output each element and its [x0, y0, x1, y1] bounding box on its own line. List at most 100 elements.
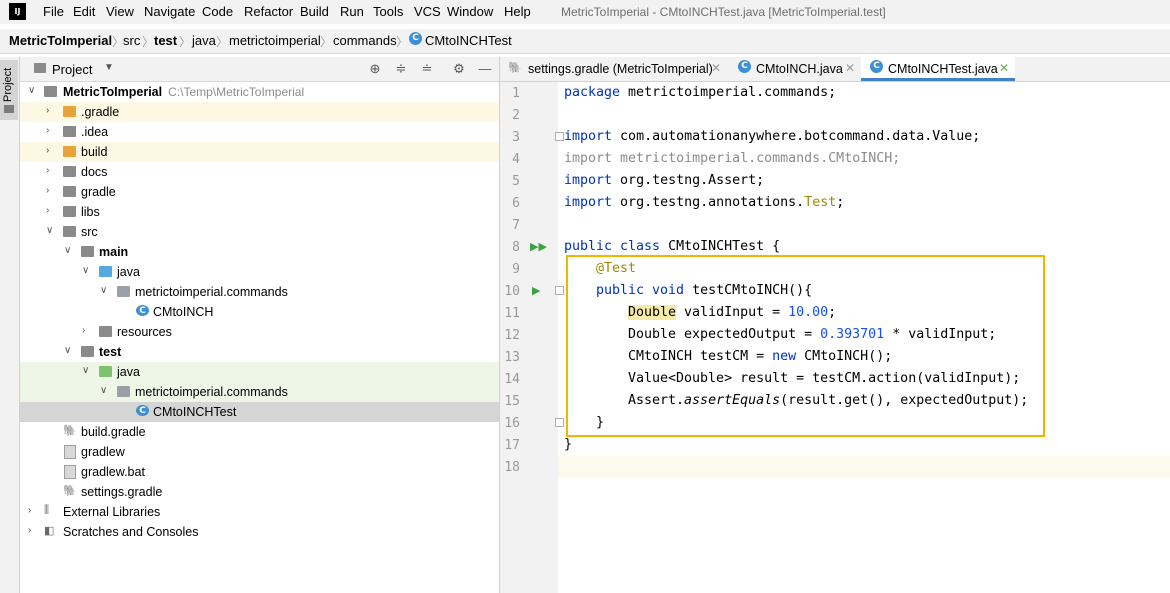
- test-class-icon: C: [136, 405, 149, 416]
- close-icon[interactable]: ✕: [845, 61, 855, 75]
- chevron-right-icon[interactable]: ›: [46, 165, 56, 176]
- tree-row-gradlew[interactable]: gradlew: [20, 442, 499, 462]
- tree-label: gradlew.bat: [81, 465, 145, 479]
- chevron-down-icon[interactable]: ∨: [46, 225, 56, 236]
- breadcrumb-src[interactable]: src: [123, 33, 140, 48]
- tree-row-project-root[interactable]: ∨ MetricToImperial C:\Temp\MetricToImperi…: [20, 82, 499, 102]
- chevron-down-icon[interactable]: ▼: [104, 62, 114, 73]
- tree-row-src[interactable]: ∨ src: [20, 222, 499, 242]
- chevron-right-icon[interactable]: ›: [28, 505, 38, 516]
- chevron-right-icon[interactable]: ›: [46, 205, 56, 216]
- tree-row-test-package[interactable]: ∨ metrictoimperial.commands: [20, 382, 499, 402]
- chevron-right-icon[interactable]: ›: [46, 145, 56, 156]
- expand-all-icon[interactable]: ≑: [394, 62, 408, 76]
- tree-row-build-gradle[interactable]: 🐘 build.gradle: [20, 422, 499, 442]
- tree-row-cmtoinch[interactable]: C CMtoINCH: [20, 302, 499, 322]
- tree-row-test-java[interactable]: ∨ java: [20, 362, 499, 382]
- menu-navigate[interactable]: Navigate: [144, 4, 195, 19]
- breadcrumb-project[interactable]: MetricToImperial: [9, 33, 112, 48]
- chevron-down-icon[interactable]: ∨: [82, 365, 92, 376]
- chevron-down-icon[interactable]: ∨: [64, 245, 74, 256]
- folder-icon: [81, 346, 94, 357]
- tree-label: java: [117, 365, 140, 379]
- tree-row-gradle-folder[interactable]: › .gradle: [20, 102, 499, 122]
- menu-run[interactable]: Run: [340, 4, 364, 19]
- chevron-right-icon[interactable]: ›: [46, 105, 56, 116]
- gear-icon[interactable]: ⚙: [452, 62, 466, 76]
- tree-row-settings-gradle[interactable]: 🐘 settings.gradle: [20, 482, 499, 502]
- breadcrumb-test[interactable]: test: [154, 33, 177, 48]
- breadcrumb-class[interactable]: CMtoINCHTest: [425, 33, 512, 48]
- menu-view[interactable]: View: [106, 4, 134, 19]
- breadcrumb-package[interactable]: metrictoimperial: [229, 33, 321, 48]
- breadcrumb-commands[interactable]: commands: [333, 33, 397, 48]
- breadcrumb-java[interactable]: java: [192, 33, 216, 48]
- tree-label: gradlew: [81, 445, 125, 459]
- tree-row-main[interactable]: ∨ main: [20, 242, 499, 262]
- gradle-icon: 🐘: [63, 425, 77, 437]
- menu-refactor[interactable]: Refactor: [244, 4, 293, 19]
- code-line-17: }: [564, 437, 573, 452]
- chevron-down-icon[interactable]: ∨: [28, 85, 38, 96]
- tree-row-resources[interactable]: › resources: [20, 322, 499, 342]
- menu-build[interactable]: Build: [300, 4, 329, 19]
- run-test-icon[interactable]: ▶: [532, 284, 540, 297]
- chevron-down-icon[interactable]: ∨: [82, 265, 92, 276]
- collapse-all-icon[interactable]: ≐: [420, 62, 434, 76]
- run-all-tests-icon[interactable]: ▶▶: [530, 240, 547, 253]
- tree-label: java: [117, 265, 140, 279]
- menu-vcs[interactable]: VCS: [414, 4, 441, 19]
- minimize-icon[interactable]: —: [478, 62, 492, 76]
- tree-row-main-java[interactable]: ∨ java: [20, 262, 499, 282]
- project-tool-tab[interactable]: Project: [0, 60, 18, 120]
- tree-row-external-libraries[interactable]: › ⫼ External Libraries: [20, 502, 499, 522]
- close-icon[interactable]: ✕: [999, 61, 1009, 75]
- tree-row-scratches[interactable]: › ◧ Scratches and Consoles: [20, 522, 499, 542]
- folder-icon: [63, 106, 76, 117]
- tree-row-test[interactable]: ∨ test: [20, 342, 499, 362]
- chevron-down-icon[interactable]: ∨: [100, 285, 110, 296]
- tree-label-root-path: C:\Temp\MetricToImperial: [168, 85, 305, 99]
- intellij-logo-icon: IJ: [9, 3, 26, 20]
- folder-icon: [63, 186, 76, 197]
- tree-row-idea[interactable]: › .idea: [20, 122, 499, 142]
- tree-row-build[interactable]: › build: [20, 142, 499, 162]
- source-folder-icon: [99, 266, 112, 277]
- scratches-icon: ◧: [44, 525, 55, 537]
- project-panel-title[interactable]: Project: [52, 62, 92, 77]
- locate-icon[interactable]: ⊕: [368, 62, 382, 76]
- tree-label: metrictoimperial.commands: [135, 285, 288, 299]
- tree-row-main-package[interactable]: ∨ metrictoimperial.commands: [20, 282, 499, 302]
- tree-row-docs[interactable]: › docs: [20, 162, 499, 182]
- folder-icon: [4, 105, 14, 113]
- chevron-right-icon[interactable]: ›: [28, 525, 38, 536]
- tab-cmtoinch-java[interactable]: C CMtoINCH.java ✕: [729, 57, 860, 81]
- menu-file[interactable]: File: [43, 4, 64, 19]
- chevron-right-icon[interactable]: ›: [46, 125, 56, 136]
- window-title: MetricToImperial - CMtoINCHTest.java [Me…: [561, 5, 886, 19]
- gradle-icon: 🐘: [508, 62, 522, 74]
- chevron-right-icon[interactable]: ›: [82, 325, 92, 336]
- tree-row-gradle[interactable]: › gradle: [20, 182, 499, 202]
- tab-cmtoinchtest-java[interactable]: C CMtoINCHTest.java ✕: [861, 57, 1015, 81]
- menu-edit[interactable]: Edit: [73, 4, 95, 19]
- menu-window[interactable]: Window: [447, 4, 493, 19]
- tree-row-cmtoinchtest[interactable]: C CMtoINCHTest: [20, 402, 499, 422]
- line-number: 11: [504, 306, 520, 321]
- tree-row-gradlew-bat[interactable]: gradlew.bat: [20, 462, 499, 482]
- line-number: 12: [504, 328, 520, 343]
- keyword: public class: [564, 239, 661, 254]
- menu-tools[interactable]: Tools: [373, 4, 403, 19]
- folder-icon: [63, 226, 76, 237]
- chevron-right-icon[interactable]: ›: [46, 185, 56, 196]
- close-icon[interactable]: ✕: [711, 61, 721, 75]
- tab-settings-gradle[interactable]: 🐘 settings.gradle (MetricToImperial) ✕: [500, 57, 728, 81]
- chevron-down-icon[interactable]: ∨: [64, 345, 74, 356]
- code-line-6: import org.testng.annotations.Test;: [564, 192, 844, 214]
- menu-code[interactable]: Code: [202, 4, 233, 19]
- line-number: 5: [512, 174, 520, 189]
- chevron-down-icon[interactable]: ∨: [100, 385, 110, 396]
- tree-label: metrictoimperial.commands: [135, 385, 288, 399]
- tree-row-libs[interactable]: › libs: [20, 202, 499, 222]
- menu-help[interactable]: Help: [504, 4, 531, 19]
